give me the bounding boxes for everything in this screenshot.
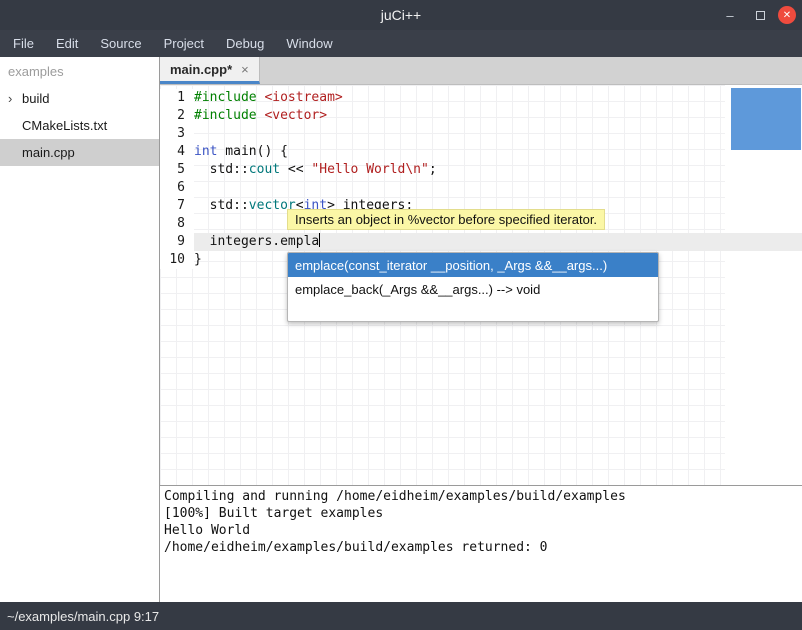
minimize-button[interactable]: – [718, 3, 742, 27]
code-text: int main() { [194, 143, 802, 161]
code-line[interactable]: 2#include <vector> [160, 107, 802, 125]
tab-close-icon[interactable]: × [241, 62, 249, 77]
code-text [194, 179, 802, 197]
terminal-line: Compiling and running /home/eidheim/exam… [164, 488, 798, 505]
line-number: 3 [160, 125, 194, 143]
status-path-and-position: ~/examples/main.cpp 9:17 [7, 609, 159, 624]
text-cursor [319, 233, 320, 247]
code-editor[interactable]: 1#include <iostream>2#include <vector>34… [160, 85, 802, 485]
code-token: <vector> [264, 108, 327, 123]
project-name-label: examples [0, 57, 159, 85]
line-number: 8 [160, 215, 194, 233]
window-title: juCi++ [381, 7, 421, 23]
line-number: 7 [160, 197, 194, 215]
code-line[interactable]: 3 [160, 125, 802, 143]
sidebar-item-label: main.cpp [22, 145, 75, 160]
sidebar-item-label: build [22, 91, 49, 106]
menu-debug[interactable]: Debug [215, 30, 275, 57]
line-number: 6 [160, 179, 194, 197]
tab-bar: main.cpp* × [160, 57, 802, 85]
terminal-line: /home/eidheim/examples/build/examples re… [164, 539, 798, 556]
code-text: #include <iostream> [194, 89, 802, 107]
sidebar-item-main-cpp[interactable]: main.cpp [0, 139, 159, 166]
completion-popup: emplace(const_iterator __position, _Args… [287, 252, 659, 322]
main-area: examples › build CMakeLists.txt main.cpp ma… [0, 57, 802, 602]
code-line[interactable]: 1#include <iostream> [160, 89, 802, 107]
code-token: integers.empla [194, 234, 319, 249]
code-token: cout [249, 162, 280, 177]
tab-label: main.cpp* [170, 62, 232, 77]
code-line[interactable]: 6 [160, 179, 802, 197]
file-tree-list: › build CMakeLists.txt main.cpp [0, 85, 159, 166]
maximize-icon [756, 11, 765, 20]
menu-project[interactable]: Project [153, 30, 215, 57]
line-number: 5 [160, 161, 194, 179]
code-text: std::cout << "Hello World\n"; [194, 161, 802, 179]
line-number: 1 [160, 89, 194, 107]
window-controls: – ✕ [718, 0, 796, 30]
completion-item[interactable]: emplace(const_iterator __position, _Args… [288, 253, 658, 277]
code-line[interactable]: 9 integers.empla [160, 233, 802, 251]
code-token: <iostream> [264, 90, 342, 105]
editor-pane: main.cpp* × 1#include <iostream>2#includ… [160, 57, 802, 602]
code-text: integers.empla [194, 233, 802, 251]
line-number: 2 [160, 107, 194, 125]
code-line[interactable]: 5 std::cout << "Hello World\n"; [160, 161, 802, 179]
code-token: "Hello World\n" [311, 162, 428, 177]
menu-file[interactable]: File [2, 30, 45, 57]
code-text [194, 125, 802, 143]
code-token: int [194, 144, 217, 159]
code-token: ; [429, 162, 437, 177]
code-token: #include [194, 108, 264, 123]
sidebar-item-build[interactable]: › build [0, 85, 159, 112]
code-token: main() { [217, 144, 287, 159]
app-window: juCi++ – ✕ FileEditSourceProjectDebugWin… [0, 0, 802, 630]
build-output: Compiling and running /home/eidheim/exam… [160, 485, 802, 602]
code-rows: 1#include <iostream>2#include <vector>34… [160, 89, 802, 269]
code-line[interactable]: 4int main() { [160, 143, 802, 161]
code-token: } [194, 252, 202, 267]
code-token: #include [194, 90, 264, 105]
line-number: 9 [160, 233, 194, 251]
file-tree-sidebar: examples › build CMakeLists.txt main.cpp [0, 57, 160, 602]
code-text: #include <vector> [194, 107, 802, 125]
sidebar-item-label: CMakeLists.txt [22, 118, 107, 133]
menu-window[interactable]: Window [275, 30, 343, 57]
terminal-line: Hello World [164, 522, 798, 539]
menu-edit[interactable]: Edit [45, 30, 89, 57]
sidebar-item-cmakelists-txt[interactable]: CMakeLists.txt [0, 112, 159, 139]
chevron-right-icon[interactable]: › [8, 91, 12, 106]
terminal-line: [100%] Built target examples [164, 505, 798, 522]
completion-item[interactable]: emplace_back(_Args &&__args...) --> void [288, 277, 658, 301]
menu-source[interactable]: Source [89, 30, 152, 57]
doc-tooltip: Inserts an object in %vector before spec… [287, 209, 605, 230]
line-number: 4 [160, 143, 194, 161]
title-bar: juCi++ – ✕ [0, 0, 802, 30]
tab-main-cpp[interactable]: main.cpp* × [160, 57, 260, 84]
maximize-button[interactable] [748, 3, 772, 27]
scrollbar-thumb[interactable] [731, 88, 801, 150]
code-token: << [280, 162, 311, 177]
status-bar: ~/examples/main.cpp 9:17 [0, 602, 802, 630]
close-button[interactable]: ✕ [778, 6, 796, 24]
line-number: 10 [160, 251, 194, 269]
code-token: std:: [194, 198, 249, 213]
menu-bar: FileEditSourceProjectDebugWindow [0, 30, 802, 57]
code-token: std:: [194, 162, 249, 177]
